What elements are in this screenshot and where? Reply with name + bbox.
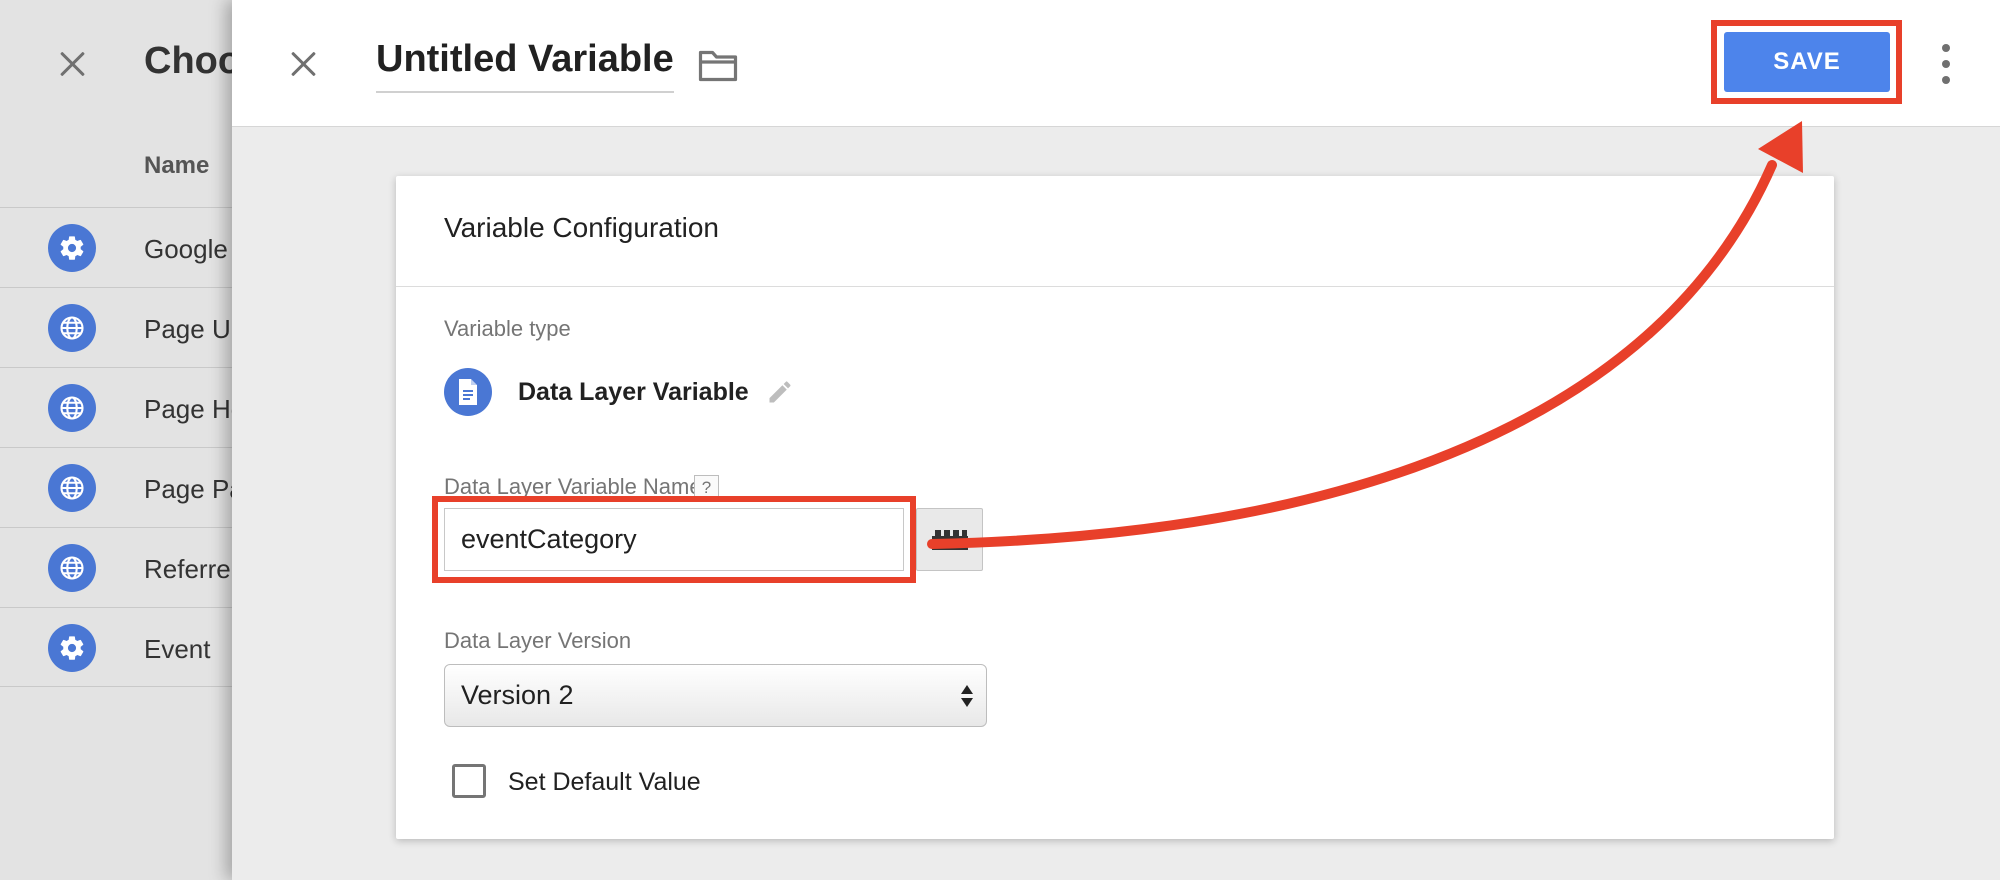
set-default-value-checkbox[interactable] — [452, 764, 486, 798]
data-layer-variable-name-input[interactable] — [444, 508, 904, 571]
list-item-label: Page Pa — [144, 474, 244, 504]
list-item[interactable]: Page Ho — [0, 367, 245, 447]
choose-variable-title: Choo — [144, 40, 242, 82]
choose-variable-header: Choo — [0, 0, 242, 130]
panel-close-icon[interactable] — [52, 44, 92, 84]
selected-version: Version 2 — [461, 680, 574, 710]
data-layer-version-select[interactable]: Version 2 — [444, 664, 987, 727]
list-item[interactable]: Page UI — [0, 287, 240, 367]
gear-icon — [48, 624, 96, 672]
list-item-label: Referrer — [144, 554, 240, 584]
insert-variable-brick-icon[interactable] — [916, 508, 983, 571]
globe-icon — [48, 304, 96, 352]
data-layer-version-label: Data Layer Version — [444, 628, 632, 653]
card-divider — [396, 286, 1834, 287]
save-button[interactable]: SAVE — [1724, 32, 1890, 92]
variable-type-label: Variable type — [444, 316, 571, 341]
globe-icon — [48, 464, 96, 512]
globe-icon — [48, 384, 96, 432]
list-item-label: Page UI — [144, 314, 238, 344]
select-arrows-icon — [961, 685, 973, 707]
variable-editor-sheet: Untitled Variable SAVE Variable Configur… — [232, 0, 2000, 880]
variable-list: Google Page UI Page Ho Page Pa Referrer — [0, 207, 245, 687]
list-item[interactable]: Page Pa — [0, 447, 244, 527]
list-item[interactable]: Event — [0, 607, 240, 687]
variable-type-name[interactable]: Data Layer Variable — [518, 378, 749, 407]
list-item[interactable]: Referrer — [0, 527, 240, 607]
more-options-icon[interactable] — [1938, 44, 1954, 84]
folder-icon[interactable] — [698, 48, 738, 82]
list-item-label: Google — [144, 234, 228, 264]
list-item-label: Page Ho — [144, 394, 246, 424]
card-title: Variable Configuration — [444, 212, 719, 243]
close-icon[interactable] — [283, 44, 323, 84]
list-item-label: Event — [144, 634, 211, 664]
name-column-header[interactable]: Name — [144, 152, 209, 180]
variable-title-field[interactable]: Untitled Variable — [376, 38, 674, 93]
globe-icon — [48, 544, 96, 592]
set-default-value-label[interactable]: Set Default Value — [508, 768, 701, 797]
list-item[interactable]: Google — [0, 207, 240, 287]
document-icon[interactable] — [444, 368, 492, 416]
variable-configuration-card: Variable Configuration Variable type Dat… — [396, 176, 1834, 839]
pencil-icon[interactable] — [766, 378, 794, 406]
editor-header: Untitled Variable SAVE — [232, 0, 2000, 127]
gear-icon — [48, 224, 96, 272]
